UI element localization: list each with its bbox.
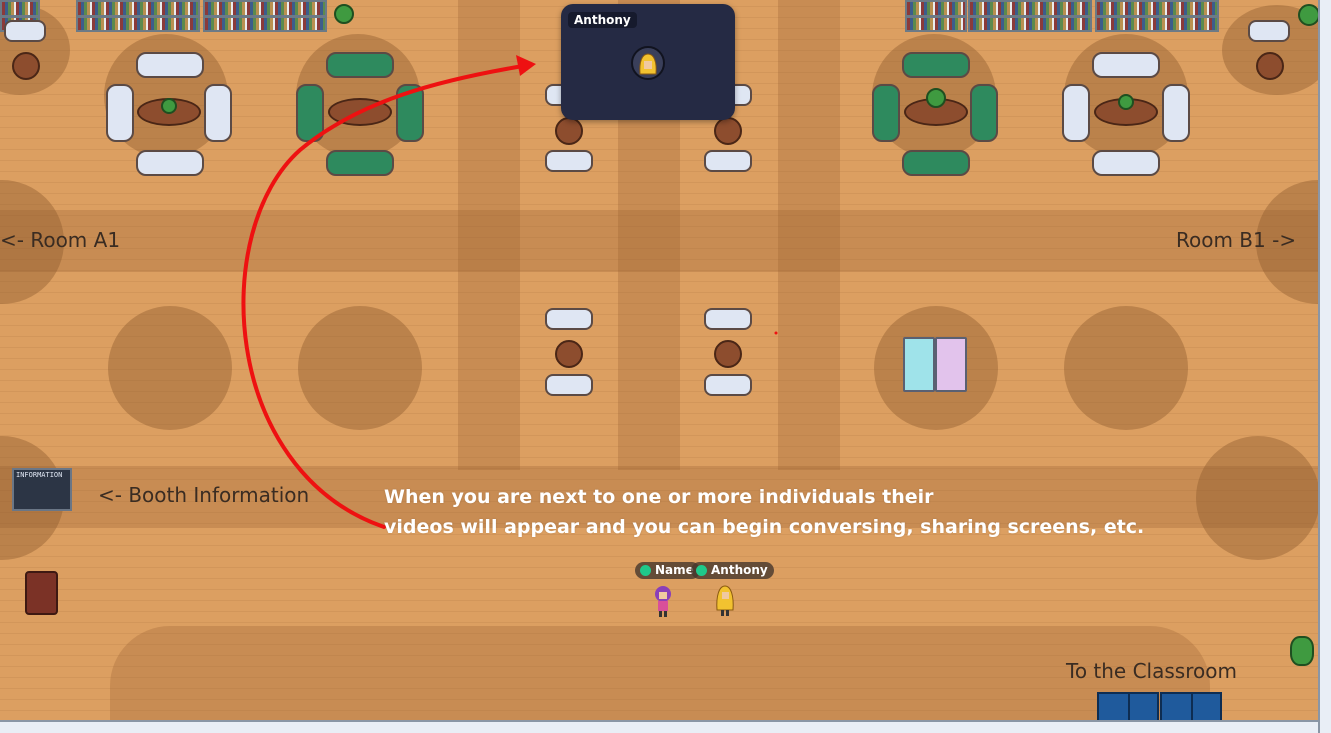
armchair — [1248, 20, 1290, 42]
sofa — [106, 84, 134, 142]
online-status-icon — [640, 565, 651, 576]
floor-circle — [298, 306, 422, 430]
online-status-icon — [696, 565, 707, 576]
phone-booth[interactable] — [903, 337, 935, 392]
podium[interactable] — [25, 571, 58, 615]
information-board-title: INFORMATION — [16, 471, 63, 479]
player-name: Name — [655, 563, 694, 577]
sofa — [136, 150, 204, 176]
floor-circle — [108, 306, 232, 430]
bookshelf — [968, 0, 1092, 32]
sofa — [1162, 84, 1190, 142]
cafe-table — [714, 117, 742, 145]
caption-text: When you are next to one or more individ… — [384, 482, 1144, 542]
room-b1-label: Room B1 -> — [1176, 228, 1297, 252]
game-map[interactable]: INFORMATION <- Room A1 Room B1 -> <- Boo… — [0, 0, 1331, 733]
sofa — [326, 52, 394, 78]
sofa — [1092, 52, 1160, 78]
potted-plant-icon — [1298, 4, 1320, 26]
sofa — [872, 84, 900, 142]
potted-plant-icon — [1290, 636, 1314, 666]
to-classroom-label: To the Classroom — [1066, 659, 1237, 683]
sofa — [204, 84, 232, 142]
sofa — [326, 150, 394, 176]
sofa — [396, 84, 424, 142]
sofa — [902, 150, 970, 176]
booth-information-label: <- Booth Information — [98, 483, 310, 507]
sofa — [296, 84, 324, 142]
map-edge — [1318, 0, 1331, 733]
sofa — [136, 52, 204, 78]
player-tag-anthony: Anthony — [691, 562, 774, 579]
video-participant-name: Anthony — [568, 12, 637, 28]
caption-line-1: When you are next to one or more individ… — [384, 486, 934, 508]
side-table — [1256, 52, 1284, 80]
cafe-chair — [545, 308, 593, 330]
information-board[interactable]: INFORMATION — [12, 468, 72, 511]
participant-avatar-icon — [631, 46, 665, 80]
cafe-table — [714, 340, 742, 368]
coffee-table — [328, 98, 392, 126]
player-name: Anthony — [711, 563, 768, 577]
bookshelf — [1095, 0, 1219, 32]
cafe-chair — [704, 150, 752, 172]
stage-area — [110, 626, 1210, 733]
bookshelf — [905, 0, 967, 32]
cafe-chair — [704, 374, 752, 396]
sofa — [1092, 150, 1160, 176]
side-table — [12, 52, 40, 80]
cafe-table — [555, 117, 583, 145]
cafe-chair — [545, 374, 593, 396]
cafe-chair — [704, 308, 752, 330]
caption-line-2: videos will appear and you can begin con… — [384, 516, 1145, 538]
player-avatar-anthony[interactable] — [714, 584, 736, 618]
sofa — [1062, 84, 1090, 142]
floor-circle — [1196, 436, 1320, 560]
sofa — [902, 52, 970, 78]
player-avatar-self[interactable] — [652, 584, 674, 618]
cafe-chair — [545, 150, 593, 172]
sofa — [970, 84, 998, 142]
armchair — [4, 20, 46, 42]
bookshelf — [76, 0, 200, 32]
cafe-table — [555, 340, 583, 368]
phone-booth[interactable] — [935, 337, 967, 392]
floor-circle — [1064, 306, 1188, 430]
potted-plant-icon — [334, 4, 354, 24]
potted-plant-icon — [926, 88, 946, 108]
map-edge — [0, 720, 1318, 733]
room-a1-label: <- Room A1 — [0, 228, 121, 252]
horizontal-path-top — [0, 210, 1331, 272]
potted-plant-icon — [1118, 94, 1134, 110]
bookshelf — [203, 0, 327, 32]
potted-plant-icon — [161, 98, 177, 114]
